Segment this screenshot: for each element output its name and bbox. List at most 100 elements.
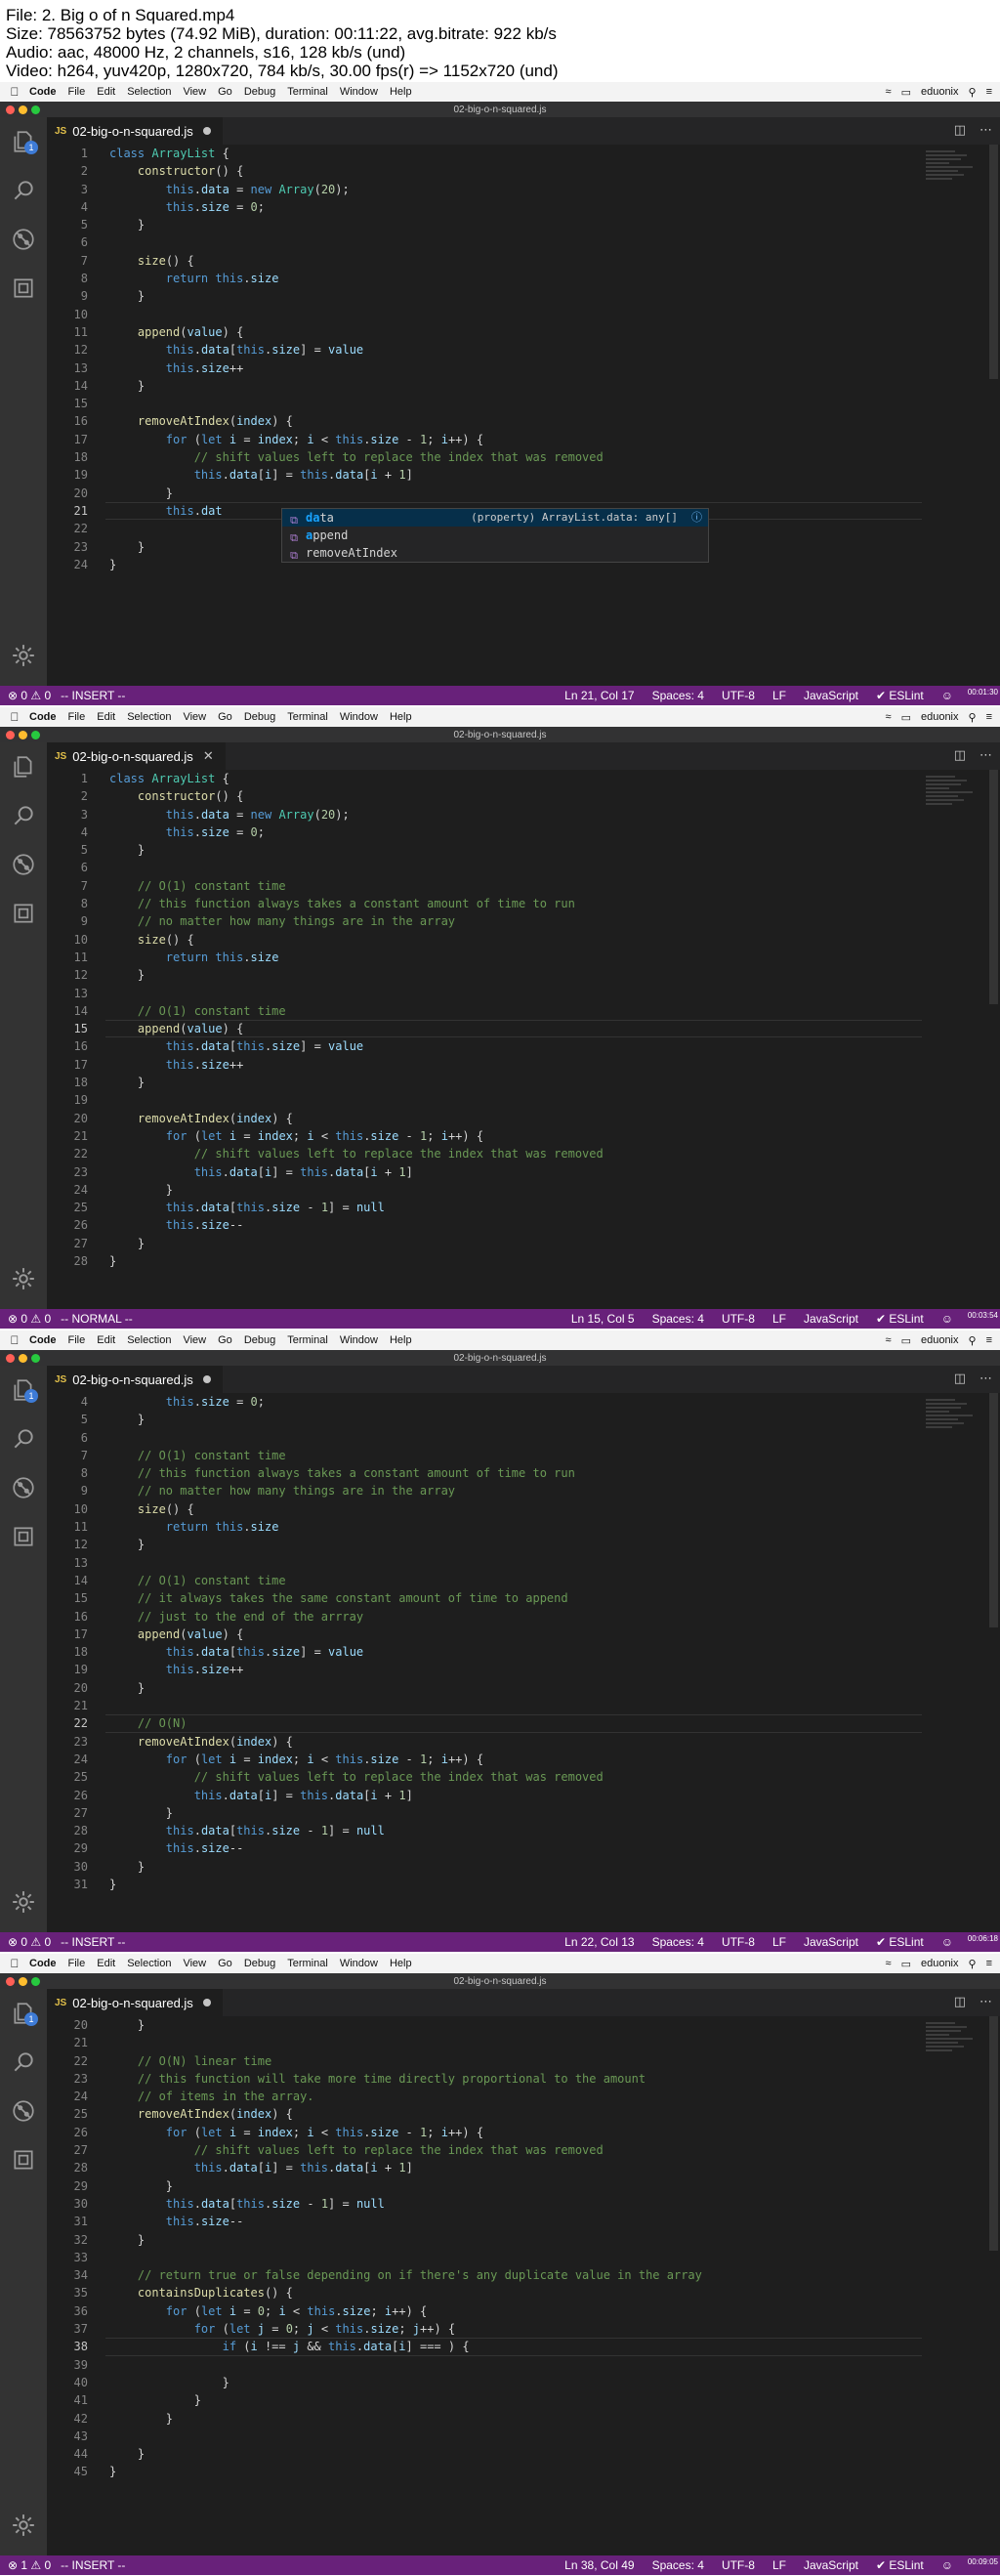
code-line[interactable]: 19 this.data[i] = this.data[i + 1] bbox=[47, 466, 1000, 484]
code-line[interactable]: 11 return this.size bbox=[47, 1518, 1000, 1536]
code-line[interactable]: 9 } bbox=[47, 287, 1000, 305]
file-encoding[interactable]: UTF-8 bbox=[722, 2558, 755, 2572]
code-line[interactable]: 17 this.size++ bbox=[47, 1056, 1000, 1074]
wifi-icon[interactable]: ≈ bbox=[886, 711, 892, 723]
code-line[interactable]: 4 this.size = 0; bbox=[47, 198, 1000, 216]
code-line[interactable]: 28 this.data[this.size - 1] = null bbox=[47, 1822, 1000, 1839]
gear-icon[interactable] bbox=[0, 631, 47, 680]
apple-icon[interactable]:  bbox=[8, 710, 21, 724]
code-line[interactable]: 25 // shift values left to replace the i… bbox=[47, 1768, 1000, 1786]
wifi-icon[interactable]: ≈ bbox=[886, 1334, 892, 1346]
code-line[interactable]: 13 bbox=[47, 985, 1000, 1002]
extensions-icon[interactable] bbox=[0, 2135, 47, 2184]
code-line[interactable]: 24 } bbox=[47, 1181, 1000, 1199]
menu-selection[interactable]: Selection bbox=[127, 1958, 171, 1969]
vertical-scrollbar[interactable] bbox=[989, 145, 998, 379]
menu-app[interactable]: Code bbox=[29, 1334, 57, 1346]
code-line[interactable]: 15 bbox=[47, 395, 1000, 412]
minimap[interactable] bbox=[926, 150, 984, 190]
code-line[interactable]: 34 // return true or false depending on … bbox=[47, 2266, 1000, 2284]
no-source-control-icon[interactable] bbox=[0, 2087, 47, 2135]
suggest-item[interactable]: ⧉ append bbox=[282, 527, 708, 544]
menu-window[interactable]: Window bbox=[340, 1958, 378, 1969]
code-line[interactable]: 13 bbox=[47, 1554, 1000, 1572]
minimize-window-button[interactable] bbox=[19, 730, 27, 739]
code-line[interactable]: 7 size() { bbox=[47, 252, 1000, 270]
search-icon[interactable] bbox=[0, 791, 47, 840]
close-window-button[interactable] bbox=[6, 730, 15, 739]
search-icon[interactable]: ⚲ bbox=[969, 1958, 977, 1970]
tab-file[interactable]: JS 02-big-o-n-squared.js ✕ bbox=[47, 742, 227, 770]
code-line[interactable]: 15 append(value) { bbox=[47, 1020, 1000, 1038]
code-line[interactable]: 10 size() { bbox=[47, 1500, 1000, 1518]
errors-count[interactable]: ⊗ 0 ⚠ 0 bbox=[8, 1312, 51, 1326]
search-icon[interactable]: ⚲ bbox=[969, 1334, 977, 1347]
more-actions-icon[interactable]: ⋯ bbox=[979, 748, 992, 763]
split-editor-icon[interactable]: ◫ bbox=[954, 123, 966, 138]
code-line[interactable]: 20 } bbox=[47, 485, 1000, 502]
menu-list-icon[interactable]: ≡ bbox=[986, 1958, 992, 1969]
menu-file[interactable]: File bbox=[68, 1958, 86, 1969]
code-line[interactable]: 16 this.data[this.size] = value bbox=[47, 1037, 1000, 1055]
battery-icon[interactable]: ▭ bbox=[901, 1958, 911, 1970]
code-line[interactable]: 16 removeAtIndex(index) { bbox=[47, 412, 1000, 430]
menu-view[interactable]: View bbox=[183, 1334, 206, 1346]
code-line[interactable]: 12 } bbox=[47, 1536, 1000, 1553]
code-line[interactable]: 9 // no matter how many things are in th… bbox=[47, 1482, 1000, 1499]
code-line[interactable]: 26 this.size-- bbox=[47, 1216, 1000, 1234]
search-icon[interactable]: ⚲ bbox=[969, 711, 977, 724]
vertical-scrollbar[interactable] bbox=[989, 2016, 998, 2251]
explorer-icon[interactable]: 1 bbox=[0, 1366, 47, 1415]
zoom-window-button[interactable] bbox=[31, 1353, 40, 1363]
menu-app[interactable]: Code bbox=[29, 1958, 57, 1969]
menu-debug[interactable]: Debug bbox=[244, 711, 275, 723]
code-line[interactable]: 21 bbox=[47, 1697, 1000, 1714]
code-line[interactable]: 27 } bbox=[47, 1235, 1000, 1252]
code-line[interactable]: 20 } bbox=[47, 2016, 1000, 2034]
code-line[interactable]: 2 constructor() { bbox=[47, 162, 1000, 180]
zoom-window-button[interactable] bbox=[31, 1976, 40, 1986]
gear-icon[interactable] bbox=[0, 2501, 47, 2550]
language-mode[interactable]: JavaScript bbox=[804, 689, 858, 702]
feedback-icon[interactable]: ☺ bbox=[941, 1935, 953, 1949]
code-line[interactable]: 4 this.size = 0; bbox=[47, 1393, 1000, 1411]
code-line[interactable]: 22 // shift values left to replace the i… bbox=[47, 1145, 1000, 1162]
menu-selection[interactable]: Selection bbox=[127, 1334, 171, 1346]
more-actions-icon[interactable]: ⋯ bbox=[979, 123, 992, 138]
code-line[interactable]: 12 } bbox=[47, 966, 1000, 984]
minimap[interactable] bbox=[926, 776, 984, 815]
close-window-button[interactable] bbox=[6, 1353, 15, 1363]
menubar-user[interactable]: eduonix bbox=[921, 1958, 959, 1969]
menu-file[interactable]: File bbox=[68, 711, 86, 723]
eslint-status[interactable]: ✔ ESLint bbox=[876, 1312, 924, 1326]
file-encoding[interactable]: UTF-8 bbox=[722, 689, 755, 702]
menu-view[interactable]: View bbox=[183, 711, 206, 723]
code-line[interactable]: 18 this.data[this.size] = value bbox=[47, 1643, 1000, 1661]
menu-view[interactable]: View bbox=[183, 1958, 206, 1969]
code-line[interactable]: 37 for (let j = 0; j < this.size; j++) { bbox=[47, 2320, 1000, 2338]
unsaved-dot-icon[interactable] bbox=[202, 1375, 211, 1383]
menu-view[interactable]: View bbox=[183, 86, 206, 98]
code-line[interactable]: 10 size() { bbox=[47, 931, 1000, 949]
menu-debug[interactable]: Debug bbox=[244, 1958, 275, 1969]
indentation[interactable]: Spaces: 4 bbox=[652, 1935, 704, 1949]
explorer-icon[interactable] bbox=[0, 742, 47, 791]
code-line[interactable]: 17 for (let i = index; i < this.size - 1… bbox=[47, 431, 1000, 448]
code-line[interactable]: 8 // this function always takes a consta… bbox=[47, 1464, 1000, 1482]
unsaved-dot-icon[interactable] bbox=[202, 1999, 211, 2006]
no-source-control-icon[interactable] bbox=[0, 215, 47, 264]
minimap[interactable] bbox=[926, 2022, 984, 2061]
split-editor-icon[interactable]: ◫ bbox=[954, 1995, 966, 2009]
tab-file[interactable]: JS 02-big-o-n-squared.js bbox=[47, 117, 224, 145]
code-line[interactable]: 1 class ArrayList { bbox=[47, 770, 1000, 787]
indentation[interactable]: Spaces: 4 bbox=[652, 2558, 704, 2572]
code-line[interactable]: 18 // shift values left to replace the i… bbox=[47, 448, 1000, 466]
code-line[interactable]: 21 bbox=[47, 2034, 1000, 2051]
errors-count[interactable]: ⊗ 1 ⚠ 0 bbox=[8, 2558, 51, 2572]
menubar-user[interactable]: eduonix bbox=[921, 711, 959, 723]
code-line[interactable]: 30 } bbox=[47, 1858, 1000, 1876]
wifi-icon[interactable]: ≈ bbox=[886, 86, 892, 98]
errors-count[interactable]: ⊗ 0 ⚠ 0 bbox=[8, 1935, 51, 1949]
code-line[interactable]: 6 bbox=[47, 1429, 1000, 1447]
end-of-line[interactable]: LF bbox=[772, 689, 786, 702]
